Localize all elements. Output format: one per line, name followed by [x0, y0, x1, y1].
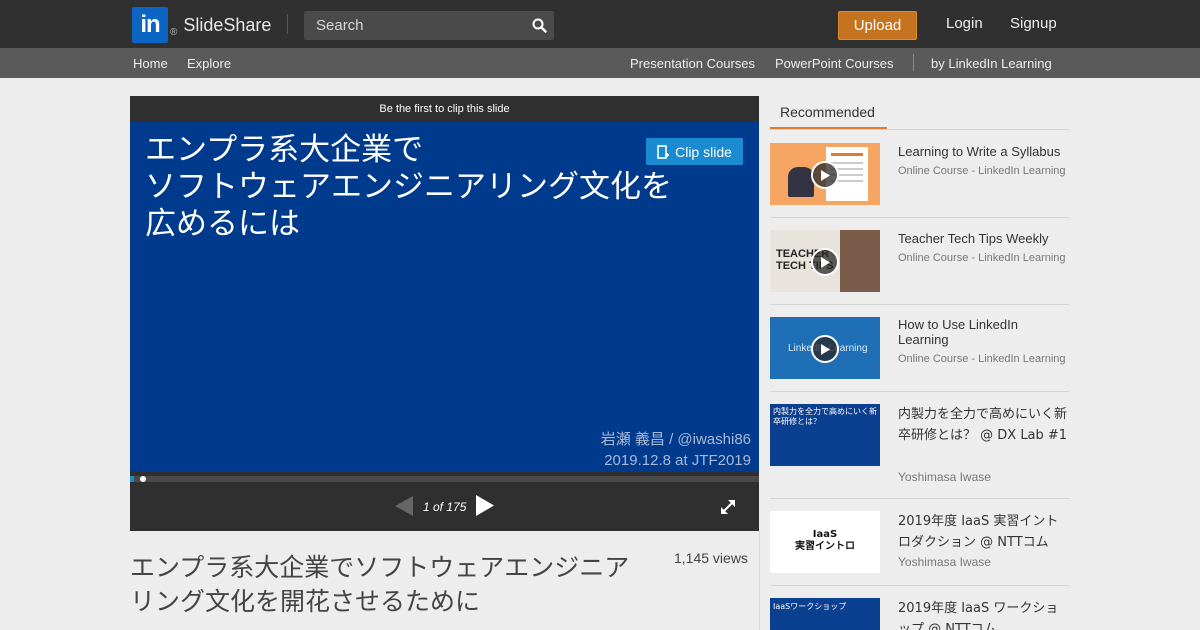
linkedin-slideshare-logo[interactable]: in ® SlideShare — [132, 7, 271, 43]
course-thumbnail[interactable]: TEACHER TECH TIPS — [770, 230, 880, 292]
slide-counter: 1 of 175 — [423, 500, 467, 514]
person-illustration — [788, 167, 814, 197]
play-button[interactable] — [811, 248, 839, 276]
item-title[interactable]: 2019年度 IaaS ワークショップ @ NTTコム — [898, 598, 1069, 630]
triangle-left-icon — [395, 496, 413, 516]
column-divider — [759, 531, 760, 630]
slide-thumbnail[interactable]: 内製力を全力で高めにいく新卒研修とは？ — [770, 404, 880, 466]
item-subtitle: Online Course - LinkedIn Learning — [898, 353, 1066, 365]
top-header: in ® SlideShare Upload Login Signup — [0, 0, 1200, 48]
slide-title-line: 広めるには — [145, 206, 300, 242]
search-button[interactable] — [524, 11, 554, 40]
play-icon — [821, 256, 830, 268]
slide-player: Be the first to clip this slide エンプラ系大企業… — [130, 96, 759, 531]
fullscreen-button[interactable] — [720, 499, 736, 520]
search-input[interactable] — [304, 11, 554, 40]
fullscreen-icon — [721, 500, 735, 514]
clip-slide-label: Clip slide — [675, 143, 732, 160]
slide-thumbnail[interactable]: IaaSワークショップ — [770, 598, 880, 630]
item-subtitle: Online Course - LinkedIn Learning — [898, 252, 1066, 264]
item-title[interactable]: Teacher Tech Tips Weekly — [898, 231, 1069, 246]
person-illustration — [840, 230, 880, 292]
item-subtitle: Yoshimasa Iwase — [898, 555, 991, 569]
course-thumbnail[interactable]: LinkedIn Learning — [770, 317, 880, 379]
slide-thumbnail[interactable]: IaaS 実習イントロ — [770, 511, 880, 573]
subnav-divider — [913, 54, 914, 71]
presentation-title: エンプラ系大企業でソフトウェアエンジニアリング文化を開花させるために — [130, 553, 630, 616]
item-divider — [770, 304, 1069, 305]
triangle-right-icon — [476, 495, 494, 516]
sub-navigation: Home Explore Presentation Courses PowerP… — [0, 48, 1200, 78]
previous-slide-button[interactable] — [395, 496, 413, 521]
nav-linkedin-learning[interactable]: by LinkedIn Learning — [931, 56, 1052, 71]
item-title[interactable]: How to Use LinkedIn Learning — [898, 317, 1069, 347]
thumbnail-text: IaaS 実習イントロ — [795, 529, 855, 552]
nav-home[interactable]: Home — [133, 56, 168, 71]
clip-icon — [657, 144, 670, 159]
item-title[interactable]: 内製力を全力で高めにいく新卒研修とは？ @ DX Lab #1 — [898, 404, 1069, 446]
login-link[interactable]: Login — [946, 15, 983, 32]
nav-explore[interactable]: Explore — [187, 56, 231, 71]
nav-powerpoint-courses[interactable]: PowerPoint Courses — [775, 56, 894, 71]
signup-link[interactable]: Signup — [1010, 15, 1057, 32]
item-subtitle: Online Course - LinkedIn Learning — [898, 165, 1066, 177]
item-divider — [770, 217, 1069, 218]
play-icon — [821, 343, 830, 355]
play-button[interactable] — [811, 161, 839, 189]
logo-text: SlideShare — [183, 14, 272, 35]
slide-date: 2019.12.8 at JTF2019 — [604, 452, 751, 469]
item-subtitle: Yoshimasa Iwase — [898, 470, 991, 484]
linkedin-logo-icon: in — [132, 7, 168, 43]
play-icon — [821, 169, 830, 181]
item-title[interactable]: 2019年度 IaaS 実習イントロダクション @ NTTコム — [898, 511, 1069, 553]
play-button[interactable] — [811, 335, 839, 363]
view-count: 1,145 views — [674, 550, 748, 566]
tab-recommended[interactable]: Recommended — [770, 96, 887, 130]
slide-view[interactable]: エンプラ系大企業で ソフトウェアエンジニアリング文化を 広めるには Clip s… — [130, 122, 759, 472]
upload-button[interactable]: Upload — [838, 11, 917, 40]
slide-author: 岩瀬 義昌 / @iwashi86 — [600, 431, 751, 448]
item-divider — [770, 391, 1069, 392]
course-thumbnail[interactable] — [770, 143, 880, 205]
thumbnail-text: IaaSワークショップ — [773, 602, 847, 611]
slide-title-line: ソフトウェアエンジニアリング文化を — [145, 169, 672, 205]
clip-slide-button[interactable]: Clip slide — [646, 138, 743, 165]
nav-presentation-courses[interactable]: Presentation Courses — [630, 56, 755, 71]
player-controls: 1 of 175 — [130, 482, 759, 531]
thumbnail-text: 内製力を全力で高めにいく新卒研修とは？ — [773, 407, 877, 426]
clip-banner: Be the first to clip this slide — [379, 103, 510, 115]
header-divider — [287, 14, 288, 34]
item-title[interactable]: Learning to Write a Syllabus — [898, 144, 1069, 159]
registered-mark: ® — [170, 26, 178, 38]
next-slide-button[interactable] — [476, 495, 494, 521]
item-divider — [770, 585, 1069, 586]
item-divider — [770, 498, 1069, 499]
tab-underline — [770, 129, 1069, 130]
search-icon — [532, 18, 547, 33]
